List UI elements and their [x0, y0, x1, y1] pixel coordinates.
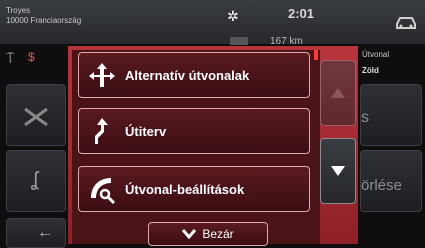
detour-icon: ʆ [31, 169, 38, 191]
scroll-position-indicator [314, 50, 318, 60]
scroll-down-button[interactable] [320, 138, 356, 204]
itinerary-icon [79, 116, 125, 146]
battery-icon [230, 37, 248, 45]
current-city: Troyes [6, 6, 31, 15]
toll-icon: $ [28, 50, 35, 64]
itinerary-button[interactable]: Útiterv [78, 108, 310, 154]
scroll-up-button[interactable] [320, 60, 356, 126]
route-settings-label: Útvonal-beállítások [125, 181, 245, 197]
alternative-routes-icon [79, 61, 125, 89]
route-settings-icon [79, 174, 125, 204]
route-side-label: Útvonal [362, 50, 390, 59]
lane-icon: ⍑ [6, 50, 15, 66]
close-button[interactable]: Bezár [148, 222, 268, 246]
itinerary-label: Útiterv [125, 123, 167, 139]
bg-right-label-2: örlése [361, 177, 402, 194]
bg-right-label-1: s [361, 109, 369, 126]
scroll-up-icon [331, 88, 345, 98]
bg-right-button-1: s [360, 84, 422, 146]
alternative-routes-button[interactable]: Alternatív útvonalak [78, 52, 310, 98]
current-address: 10000 Franciaország [6, 16, 82, 25]
bg-detour-button: ʆ [6, 150, 66, 212]
chevron-down-icon [182, 229, 197, 239]
back-arrow-icon: ← [37, 224, 53, 241]
clock: 2:01 [288, 6, 315, 21]
route-color-label: Zöld [362, 66, 379, 75]
compass-icon: ✲ [227, 8, 239, 24]
scroll-down-icon [331, 166, 345, 176]
close-label: Bezár [202, 227, 234, 241]
car-icon[interactable] [393, 14, 419, 30]
route-settings-button[interactable]: Útvonal-beállítások [78, 166, 310, 212]
bg-avoid-button [6, 84, 66, 146]
alternative-routes-label: Alternatív útvonalak [125, 67, 250, 83]
bg-right-button-2: örlése [360, 150, 422, 212]
